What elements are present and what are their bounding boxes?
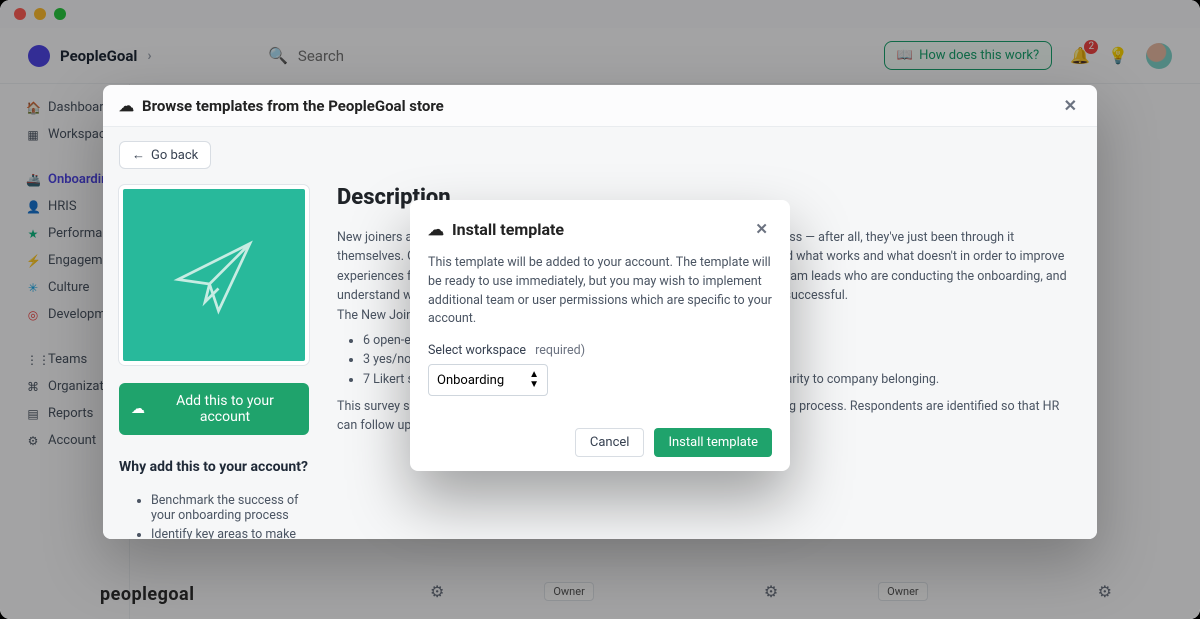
template-thumbnail <box>119 185 309 365</box>
small-modal-head: ☁ Install template ✕ <box>428 216 772 242</box>
list-item: Benchmark the success of your onboarding… <box>151 493 309 523</box>
modal-head: ☁ Browse templates from the PeopleGoal s… <box>103 85 1097 127</box>
app-window: PeopleGoal › 🔍 📖 How does this work? 🔔 2… <box>0 0 1200 619</box>
select-value: Onboarding <box>437 373 504 388</box>
workspace-select[interactable]: Onboarding ▲▼ <box>428 364 548 396</box>
cloud-download-icon: ☁ <box>131 401 145 417</box>
cancel-button[interactable]: Cancel <box>575 428 645 457</box>
small-modal-title: Install template <box>452 220 564 239</box>
install-template-modal: ☁ Install template ✕ This template will … <box>410 200 790 471</box>
modal-title: Browse templates from the PeopleGoal sto… <box>142 97 444 115</box>
go-back-button[interactable]: ← Go back <box>119 141 211 169</box>
arrow-left-icon: ← <box>132 147 145 163</box>
list-item: Identify key areas to make improvements <box>151 527 309 539</box>
select-caret-icon: ▲▼ <box>529 370 539 390</box>
go-back-label: Go back <box>151 148 198 163</box>
close-icon[interactable]: ✕ <box>751 216 772 242</box>
select-workspace-label: Select workspace required) <box>428 343 772 358</box>
close-icon[interactable]: ✕ <box>1060 92 1081 119</box>
left-col: ☁ Add this to your account Why add this … <box>119 185 309 539</box>
modal-actions: Cancel Install template <box>428 428 772 457</box>
small-modal-text: This template will be added to your acco… <box>428 254 772 329</box>
install-template-button[interactable]: Install template <box>654 428 772 457</box>
add-button-label: Add this to your account <box>153 393 297 425</box>
why-heading: Why add this to your account? <box>119 459 309 475</box>
cloud-download-icon: ☁ <box>119 97 134 115</box>
add-to-account-button[interactable]: ☁ Add this to your account <box>119 383 309 435</box>
paper-plane-icon <box>169 230 259 320</box>
why-list: Benchmark the success of your onboarding… <box>119 493 309 539</box>
cloud-download-icon: ☁ <box>428 220 444 239</box>
